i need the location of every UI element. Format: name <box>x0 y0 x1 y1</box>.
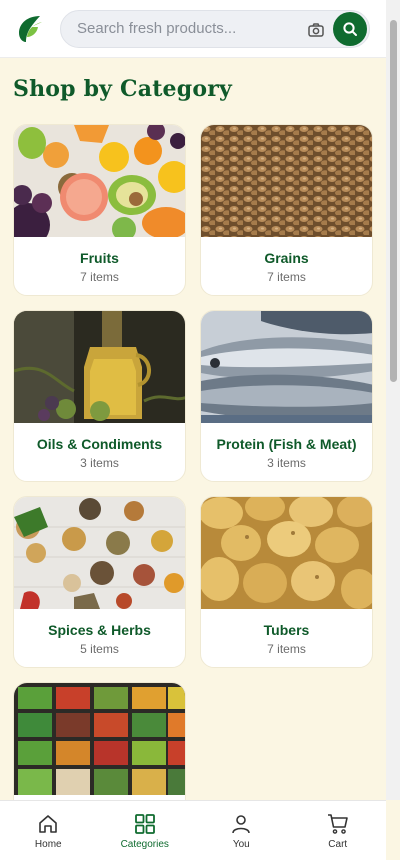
category-name: Fruits <box>80 250 119 266</box>
vegetables-image <box>14 683 185 795</box>
user-icon <box>232 815 251 834</box>
category-name: Protein (Fish & Meat) <box>216 436 357 452</box>
category-count: 3 items <box>267 456 306 470</box>
protein-image <box>201 311 372 423</box>
category-name: Oils & Condiments <box>36 436 163 452</box>
category-card-grains[interactable]: Grains 7 items <box>200 124 373 296</box>
camera-icon[interactable] <box>307 21 325 39</box>
nav-label: Cart <box>328 839 348 850</box>
nav-label: Home <box>34 839 62 850</box>
category-count: 7 items <box>267 642 306 656</box>
grains-image <box>201 125 372 237</box>
leaf-logo-icon[interactable] <box>14 13 46 45</box>
tubers-image <box>201 497 372 609</box>
nav-label: Categories <box>120 839 169 850</box>
oils-image <box>14 311 185 423</box>
bottom-navigation: Home Categories You Cart <box>0 800 386 860</box>
category-count: 7 items <box>80 270 119 284</box>
category-count: 5 items <box>80 642 119 656</box>
category-count: 7 items <box>267 270 306 284</box>
category-name: Spices & Herbs <box>48 622 151 638</box>
cart-icon <box>327 814 348 834</box>
category-card-spices-herbs[interactable]: Spices & Herbs 5 items <box>13 496 186 668</box>
grid-icon <box>134 814 155 834</box>
category-card-oils-condiments[interactable]: Oils & Condiments 3 items <box>13 310 186 482</box>
category-card-tubers[interactable]: Tubers 7 items <box>200 496 373 668</box>
nav-label: You <box>232 839 250 850</box>
spices-image <box>14 497 185 609</box>
category-card-fruits[interactable]: Fruits 7 items <box>13 124 186 296</box>
page-title: Shop by Category <box>13 76 232 102</box>
search-input[interactable] <box>61 20 291 37</box>
nav-you[interactable]: You <box>193 801 290 860</box>
fruits-image <box>14 125 185 237</box>
scrollbar-thumb[interactable] <box>390 20 397 382</box>
nav-home[interactable]: Home <box>0 801 97 860</box>
search-bar <box>60 9 370 48</box>
app-header <box>0 0 386 58</box>
search-button[interactable] <box>333 11 367 46</box>
category-count: 3 items <box>80 456 119 470</box>
nav-categories[interactable]: Categories <box>97 801 194 860</box>
category-name: Tubers <box>263 622 310 638</box>
scrollbar[interactable] <box>386 0 400 800</box>
category-name: Grains <box>264 250 309 266</box>
home-icon <box>39 815 58 833</box>
category-card-protein[interactable]: Protein (Fish & Meat) 3 items <box>200 310 373 482</box>
nav-cart[interactable]: Cart <box>290 801 387 860</box>
search-icon <box>343 21 357 36</box>
